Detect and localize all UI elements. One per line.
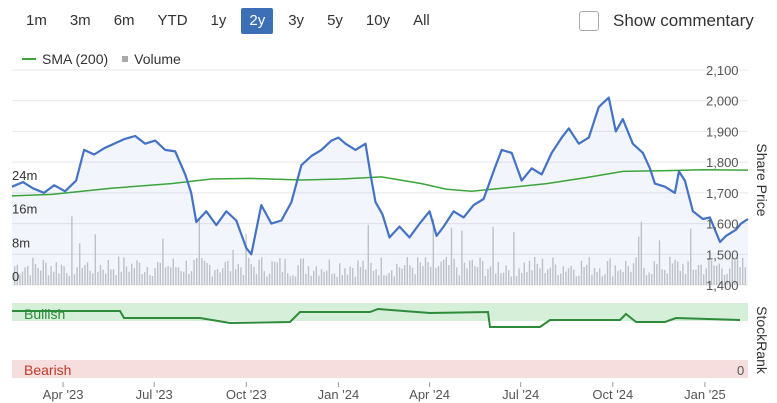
volume-tick-label: 0 [12,269,19,284]
date-tick-label: Jan '25 [684,387,726,402]
price-tick-label: 2,100 [706,63,739,78]
date-tick-label: Oct '24 [592,387,633,402]
price-tick-label: 1,900 [706,124,739,139]
stockrank-axis-title: StockRank [754,306,770,375]
date-axis-ticks: Apr '23 Jul '23 Oct '23 Jan '24 Apr '24 Jul '… [43,382,726,402]
volume-tick-label: 16m [12,202,37,217]
bearish-band [12,360,748,378]
date-tick-label: Apr '24 [409,387,450,402]
price-tick-label: 1,800 [706,155,739,170]
price-tick-label: 1,400 [706,278,739,293]
price-area-fill [12,97,748,285]
date-tick-label: Jan '24 [318,387,360,402]
share-price-axis-title: Share Price [754,143,770,216]
price-tick-label: 1,600 [706,217,739,232]
price-tick-label: 1,700 [706,186,739,201]
date-tick-label: Oct '23 [226,387,267,402]
bullish-band [12,303,748,321]
bullish-label: Bullish [24,306,65,322]
date-tick-label: Jul '23 [136,387,173,402]
date-tick-label: Jul '24 [502,387,539,402]
stockrank-min-value: 0 [737,363,744,378]
date-tick-label: Apr '23 [43,387,84,402]
volume-tick-label: 24m [12,168,37,183]
share-price-chart[interactable]: 2,100 2,000 1,900 1,800 1,700 1,600 1,500 1,400… [0,0,777,403]
price-axis-ticks: 2,100 2,000 1,900 1,800 1,700 1,600 1,500 1,400 [706,63,739,293]
bearish-label: Bearish [24,362,71,378]
price-tick-label: 1,500 [706,247,739,262]
volume-tick-label: 8m [12,235,30,250]
price-tick-label: 2,000 [706,94,739,109]
